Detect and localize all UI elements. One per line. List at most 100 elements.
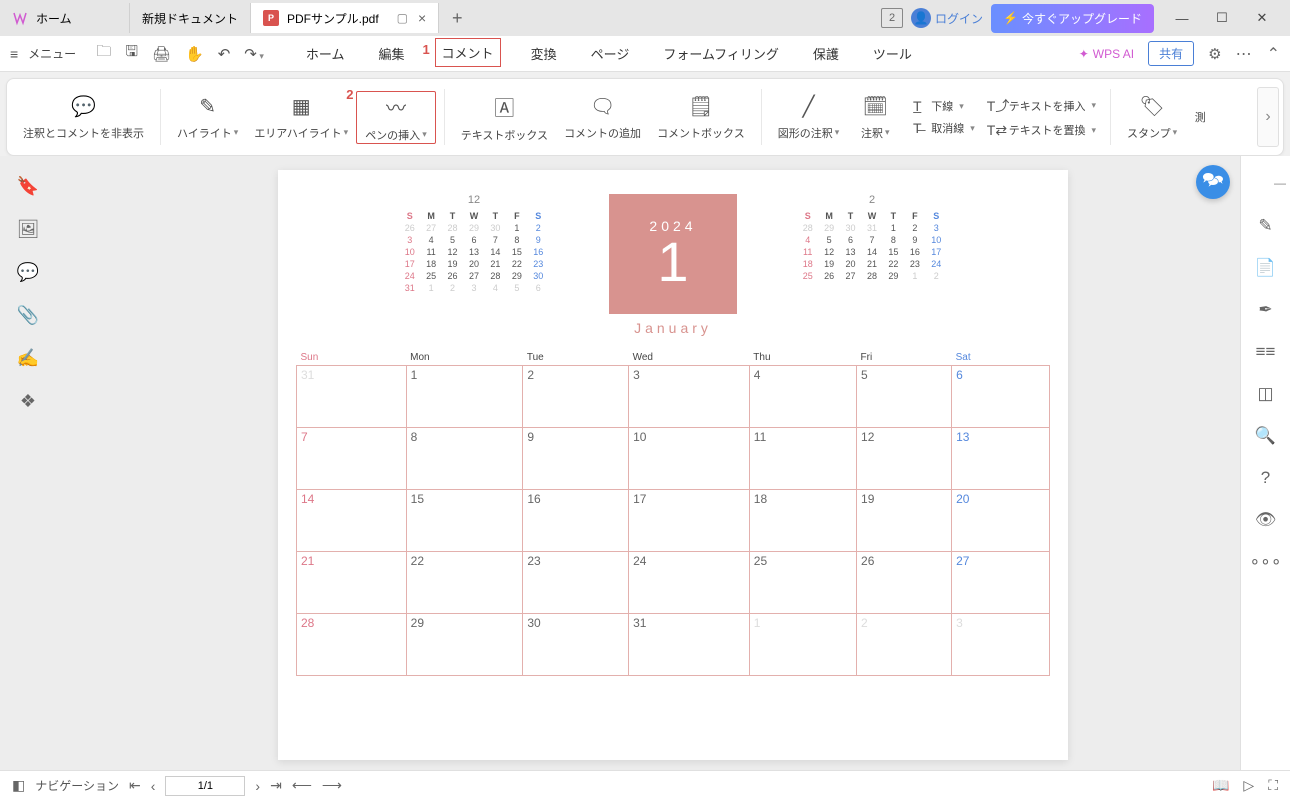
play-icon[interactable]: ▷ — [1243, 777, 1254, 794]
insert-text-button[interactable]: T⤴テキストを挿入 — [987, 96, 1096, 116]
wps-logo-icon — [12, 10, 28, 26]
attachment-icon[interactable]: 📎 — [17, 305, 39, 326]
collapse-ribbon-icon[interactable]: ⌃ — [1267, 44, 1280, 64]
area-highlight-button[interactable]: ▦ エリアハイライト — [246, 79, 356, 155]
pen-insert-button[interactable]: 〰 ペンの挿入 — [356, 91, 436, 144]
menu-label[interactable]: メニュー — [28, 45, 76, 62]
edit-icon[interactable]: ✎ — [1258, 216, 1272, 236]
callout-1: 1 — [423, 42, 430, 57]
open-folder-icon[interactable]: 🗀 — [92, 39, 115, 68]
compare-icon[interactable]: ≡≡ — [1256, 342, 1276, 362]
menutab-tool[interactable]: ツール — [869, 38, 916, 69]
hide-annotations-button[interactable]: 💬 注釈とコメントを非表示 — [15, 79, 152, 155]
forward-icon[interactable]: ⟶ — [322, 777, 342, 794]
tab-newdoc-label: 新規ドキュメント — [142, 10, 238, 27]
more-tools-icon[interactable]: ∘∘∘ — [1250, 552, 1282, 572]
right-sidebar: — ✎ 📄 ✒ ≡≡ ◫ 🔍 ? 👁 ∘∘∘ — [1240, 156, 1290, 770]
nav-panel-icon[interactable]: ◧ — [12, 777, 25, 794]
next-page-icon[interactable]: › — [255, 778, 260, 794]
share-button[interactable]: 共有 — [1148, 41, 1194, 66]
add-comment-icon: 🗨 — [590, 94, 615, 119]
fullscreen-icon[interactable]: ⛶ — [1268, 777, 1278, 794]
window-maximize[interactable]: ☐ — [1202, 3, 1242, 33]
thumbnail-icon[interactable]: 🖼 — [17, 219, 40, 240]
tab-close-icon[interactable]: × — [418, 10, 426, 26]
nav-label[interactable]: ナビゲーション — [35, 777, 119, 794]
back-icon[interactable]: ⟵ — [292, 777, 312, 794]
print-icon[interactable]: 🖨 — [148, 43, 175, 65]
present-icon[interactable]: ▢ — [397, 11, 408, 25]
tab-home[interactable]: ホーム — [0, 3, 130, 33]
window-close[interactable]: ✕ — [1242, 3, 1282, 33]
ribbon-scroll-right[interactable]: › — [1257, 87, 1279, 147]
comment-hide-icon: 💬 — [71, 94, 96, 119]
eye-icon[interactable]: 👁 — [1255, 510, 1277, 530]
underline-button[interactable]: T̲下線 — [909, 98, 975, 114]
strike-icon: T̶ — [909, 120, 925, 136]
main-area: 🔖 🖼 💬 📎 ✍ ❖ 12 SMTWTFS262728293012345678… — [0, 156, 1290, 770]
strikethrough-button[interactable]: T̶取消線 — [909, 120, 975, 136]
save-icon[interactable]: 🖫 — [121, 39, 142, 68]
window-minimize[interactable]: — — [1162, 3, 1202, 33]
export-icon[interactable]: 📄 — [1255, 258, 1276, 278]
tab-active-label: PDFサンプル.pdf — [287, 10, 379, 27]
settings-icon[interactable]: ⚙ — [1208, 45, 1221, 63]
hamburger-icon[interactable]: ≡ — [10, 46, 18, 62]
reading-mode-icon[interactable]: 📖 — [1212, 777, 1229, 794]
comment-box-icon: 🗒 — [688, 94, 713, 119]
wpsai-button[interactable]: ✦ WPS AI — [1079, 47, 1134, 61]
menutab-comment[interactable]: コメント — [435, 38, 501, 67]
area-highlight-icon: ▦ — [292, 94, 311, 119]
search-icon[interactable]: 🔍 — [1255, 426, 1276, 446]
page-input[interactable] — [165, 776, 245, 796]
replace-text-icon: T⇄ — [987, 122, 1003, 139]
login-button[interactable]: 👤 ログイン — [911, 8, 983, 28]
shape-annotation-button[interactable]: ╱ 図形の注釈 — [770, 79, 848, 155]
signature-icon[interactable]: ✍ — [17, 348, 39, 369]
more-icon[interactable]: ⋯ — [1236, 44, 1253, 64]
tab-newdoc[interactable]: 新規ドキュメント — [130, 3, 251, 33]
menutab-home[interactable]: ホーム — [302, 38, 349, 69]
help-icon[interactable]: ? — [1261, 468, 1270, 488]
main-month-block: 2024 1 — [609, 194, 737, 314]
lightning-icon: ⚡ — [1003, 11, 1018, 25]
menutab-convert[interactable]: 変換 — [527, 38, 561, 69]
note-icon: 🗓 — [863, 94, 888, 119]
upgrade-button[interactable]: ⚡ 今すぐアップグレード — [991, 4, 1154, 33]
menutab-edit[interactable]: 編集 — [375, 38, 409, 69]
layers-icon[interactable]: ❖ — [20, 391, 36, 412]
translate-float-button[interactable]: 🗫 — [1196, 165, 1230, 199]
hand-icon[interactable]: ✋ — [181, 43, 208, 65]
new-tab-button[interactable]: + — [439, 8, 475, 29]
first-page-icon[interactable]: ⇤ — [129, 777, 141, 794]
crop-icon[interactable]: ◫ — [1257, 384, 1273, 404]
menubar: ≡ メニュー 🗀 🖫 🖨 ✋ ↶ ↷ ホーム 編集 1 コメント 変換 ページ … — [0, 36, 1290, 72]
menutab-page[interactable]: ページ — [587, 38, 634, 69]
statusbar: ◧ ナビゲーション ⇤ ‹ › ⇥ ⟵ ⟶ 📖 ▷ ⛶ — [0, 770, 1290, 800]
login-label: ログイン — [935, 10, 983, 27]
tab-active-file[interactable]: P PDFサンプル.pdf ▢ × — [251, 3, 439, 33]
textbox-button[interactable]: 🄰 テキストボックス — [453, 79, 556, 155]
document-viewport[interactable]: 12 SMTWTFS262728293012345678910111213141… — [56, 156, 1290, 770]
menutab-protect[interactable]: 保護 — [809, 38, 843, 69]
bookmark-icon[interactable]: 🔖 — [17, 176, 39, 197]
undo-icon[interactable]: ↶ — [214, 43, 235, 65]
comment-box-button[interactable]: 🗒 コメントボックス — [649, 79, 753, 155]
annotation-button[interactable]: 🗓 注釈 — [847, 79, 903, 155]
add-comment-button[interactable]: 🗨 コメントの追加 — [556, 79, 649, 155]
measure-button[interactable]: 測 — [1185, 79, 1215, 155]
titlebar: ホーム 新規ドキュメント P PDFサンプル.pdf ▢ × + 2 👤 ログイ… — [0, 0, 1290, 36]
last-page-icon[interactable]: ⇥ — [270, 777, 282, 794]
replace-text-button[interactable]: T⇄テキストを置換 — [987, 122, 1096, 139]
textbox-icon: 🄰 — [494, 92, 514, 121]
redo-icon[interactable]: ↷ — [240, 43, 268, 65]
sign-icon[interactable]: ✒ — [1258, 300, 1272, 320]
menutab-form[interactable]: フォームフィリング — [659, 38, 783, 69]
collapse-right-icon[interactable]: — — [1270, 172, 1290, 194]
notification-badge[interactable]: 2 — [881, 8, 903, 28]
comment-panel-icon[interactable]: 💬 — [17, 262, 39, 283]
stamp-button[interactable]: 🏷 スタンプ — [1119, 79, 1185, 155]
insert-text-icon: T⤴ — [987, 96, 1003, 116]
prev-page-icon[interactable]: ‹ — [151, 778, 156, 794]
highlight-button[interactable]: ✎ ハイライト — [169, 79, 246, 155]
